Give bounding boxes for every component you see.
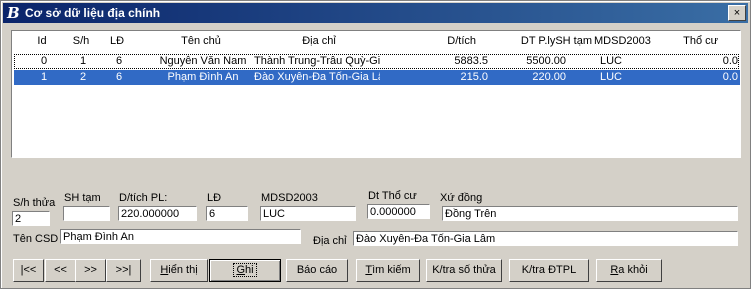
ghi-button[interactable]: Ghi xyxy=(209,259,281,282)
col-header-mdsd[interactable]: MDSD2003 xyxy=(594,35,664,47)
sh-thua-field[interactable]: 2 xyxy=(12,211,50,226)
first-record-button[interactable]: |<< xyxy=(13,259,44,282)
ghi-mnemonic: G xyxy=(236,264,245,276)
ktra-so-thua-label: K/tra số thửa xyxy=(432,264,496,276)
ten-csd-label: Tên CSD xyxy=(13,233,59,245)
cell-id: 1 xyxy=(40,71,48,83)
mdsd-field[interactable]: LUC xyxy=(260,206,356,221)
ld-field[interactable]: 6 xyxy=(206,206,248,221)
cell-tho-cu: 0.0 xyxy=(722,55,738,67)
window-title: Cơ sở dữ liệu địa chính xyxy=(25,6,161,20)
table-row[interactable]: 0 1 6 Nguyễn Văn Nam Thành Trung-Trâu Qu… xyxy=(14,54,740,69)
mdsd-label: MDSD2003 xyxy=(261,192,318,204)
cell-sh: 1 xyxy=(79,55,87,67)
dia-chi-label: Địa chỉ xyxy=(313,235,347,247)
col-header-tho-cu[interactable]: Thổ cư xyxy=(678,35,718,47)
ghi-focus: Ghi xyxy=(233,263,257,277)
ld-label: LĐ xyxy=(207,192,222,204)
app-logo-icon: B xyxy=(7,4,20,22)
next-record-button[interactable]: >> xyxy=(75,259,106,282)
cell-ten-chu: Nguyễn Văn Nam xyxy=(159,55,247,67)
prev-record-button[interactable]: << xyxy=(45,259,76,282)
bao-cao-button[interactable]: Báo cáo xyxy=(286,259,348,282)
cell-mdsd: LUC xyxy=(600,55,623,67)
col-header-dtich[interactable]: D/tích xyxy=(412,35,476,47)
cell-dt-ply: 220.00 xyxy=(532,71,566,83)
tim-kiem-button[interactable]: Tìm kiếm xyxy=(356,259,420,282)
grid-header: Id S/h LĐ Tên chủ Địa chỉ D/tích DT P.ly… xyxy=(12,31,740,51)
col-header-id[interactable]: Id xyxy=(32,35,52,47)
sh-thua-label: S/h thửa xyxy=(13,197,56,209)
tim-kiem-label: ìm kiếm xyxy=(372,264,411,276)
ra-khoi-button[interactable]: Ra khỏi xyxy=(596,259,662,282)
cell-ld: 6 xyxy=(115,55,123,67)
ghi-label: hi xyxy=(245,264,254,276)
col-header-ten-chu[interactable]: Tên chủ xyxy=(140,35,262,47)
ten-csd-field[interactable]: Phạm Đình An xyxy=(60,229,301,244)
dtich-pl-label: D/tích PL: xyxy=(119,192,168,204)
cell-sh: 2 xyxy=(79,71,87,83)
title-bar: B Cơ sở dữ liệu địa chính × xyxy=(3,3,748,23)
table-row-selected[interactable]: 1 2 6 Phạm Đình An Đào Xuyên-Đa Tốn-Gia … xyxy=(14,70,740,85)
cell-dtich: 5883.5 xyxy=(454,55,488,67)
cell-ld: 6 xyxy=(115,71,123,83)
dt-thocu-field[interactable]: 0.000000 xyxy=(367,204,430,219)
hien-thi-button[interactable]: Hiển thị xyxy=(150,259,208,282)
last-record-button[interactable]: >>| xyxy=(106,259,141,282)
dt-thocu-label: Dt Thổ cư xyxy=(368,190,417,202)
records-grid[interactable]: Id S/h LĐ Tên chủ Địa chỉ D/tích DT P.ly… xyxy=(11,30,741,158)
xu-dong-field[interactable]: Đồng Trên xyxy=(442,206,738,221)
col-header-dt-ply[interactable]: DT P.lySH tạm xyxy=(500,35,592,47)
cell-mdsd: LUC xyxy=(600,71,623,83)
sh-tam-label: SH tạm xyxy=(64,192,101,204)
close-button[interactable]: × xyxy=(728,5,746,21)
col-header-ld[interactable]: LĐ xyxy=(107,35,127,47)
col-header-dia-chi[interactable]: Địa chỉ xyxy=(256,35,382,47)
cell-dt-ply: 5500.00 xyxy=(526,55,566,67)
cell-dia-chi: Thành Trung-Trâu Quỳ-Gia xyxy=(254,55,380,67)
main-window: B Cơ sở dữ liệu địa chính × Id S/h LĐ Tê… xyxy=(0,0,751,289)
cell-dtich: 215.0 xyxy=(460,71,488,83)
ktra-dtpl-label: K/tra ĐTPL xyxy=(521,264,577,276)
dtich-pl-field[interactable]: 220.000000 xyxy=(118,206,197,221)
bao-cao-label: Báo cáo xyxy=(296,264,338,276)
col-header-sh[interactable]: S/h xyxy=(66,35,96,47)
cell-id: 0 xyxy=(40,55,48,67)
sh-tam-field[interactable] xyxy=(63,206,110,221)
cell-dia-chi: Đào Xuyên-Đa Tốn-Gia Lâm xyxy=(254,71,380,83)
hien-thi-label: iển thị xyxy=(168,264,198,276)
dia-chi-field[interactable]: Đào Xuyên-Đa Tốn-Gia Lâm xyxy=(353,231,738,246)
cell-tho-cu: 0.0 xyxy=(722,71,738,83)
ktra-so-thua-button[interactable]: K/tra số thửa xyxy=(426,259,502,282)
xu-dong-label: Xứ đồng xyxy=(440,192,483,204)
ra-khoi-label: a khỏi xyxy=(618,264,648,276)
ktra-dtpl-button[interactable]: K/tra ĐTPL xyxy=(509,259,589,282)
cell-ten-chu: Phạm Đình An xyxy=(167,71,239,83)
